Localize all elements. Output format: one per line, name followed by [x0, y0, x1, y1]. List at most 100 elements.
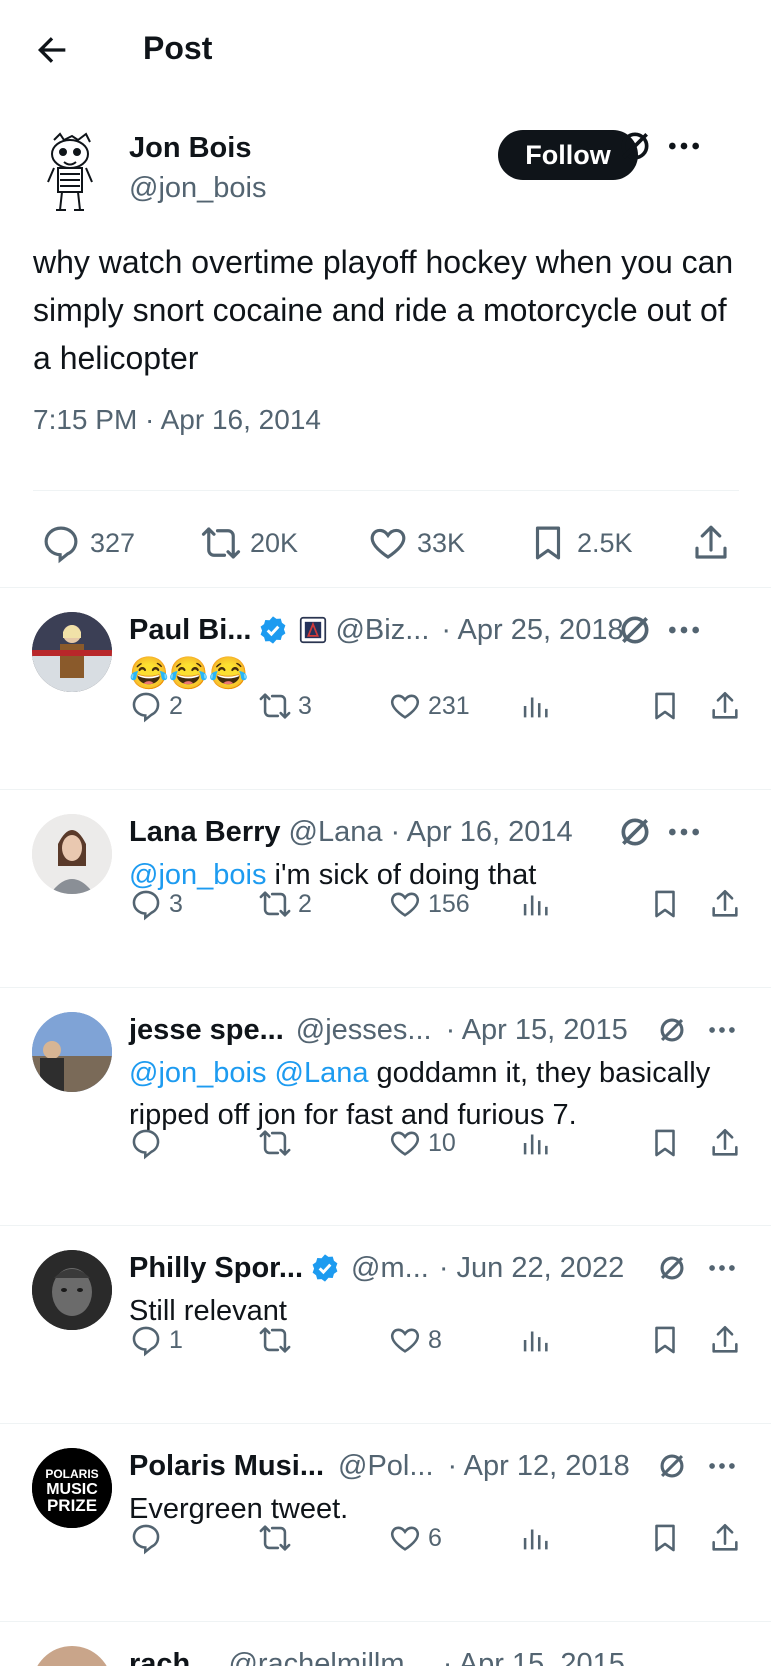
views-icon	[523, 697, 548, 718]
repost-action[interactable]	[258, 1121, 298, 1165]
author-name[interactable]: Jon Bois	[129, 132, 251, 165]
repost-icon	[259, 1525, 291, 1551]
repost-icon	[259, 693, 291, 719]
reply-author-name[interactable]: Philly Spor...	[129, 1252, 303, 1285]
share-action[interactable]	[708, 684, 742, 728]
reply-item[interactable]: Lana Berry @Lana · Apr 16, 2014 @jon_boi…	[0, 790, 771, 987]
bookmark-action[interactable]	[648, 882, 682, 926]
reply-header: Philly Spor... @m... · Jun 22, 2022	[129, 1248, 624, 1288]
reply-item[interactable]: jesse spe... @jesses... · Apr 15, 2015 @…	[0, 988, 771, 1225]
share-action[interactable]	[708, 1121, 742, 1165]
repost-action[interactable]: 20K	[200, 522, 298, 564]
arrow-left-icon[interactable]	[32, 30, 72, 70]
more-icon[interactable]	[664, 812, 704, 852]
more-icon[interactable]	[705, 1446, 739, 1486]
bookmark-action[interactable]	[648, 684, 682, 728]
grok-icon[interactable]	[655, 1248, 689, 1288]
repost-action[interactable]: 2	[258, 882, 312, 926]
reply-action[interactable]	[129, 1121, 169, 1165]
reply-author-name[interactable]: Lana Berry	[129, 816, 281, 849]
heart-icon	[390, 1328, 420, 1353]
reply-action[interactable]: 327	[40, 522, 135, 564]
like-count: 6	[428, 1523, 442, 1552]
share-action[interactable]	[708, 882, 742, 926]
reply-actions: 10	[0, 1121, 771, 1165]
like-action[interactable]: 6	[388, 1516, 442, 1560]
like-action[interactable]: 231	[388, 684, 470, 728]
repost-action[interactable]	[258, 1516, 298, 1560]
repost-count: 3	[298, 691, 312, 720]
avatar[interactable]	[32, 612, 112, 692]
reply-item[interactable]: Paul Bi... @Biz... · Apr 25, 2018 😂😂😂 2 …	[0, 588, 771, 789]
repost-icon	[259, 1327, 291, 1353]
reply-date[interactable]: · Jun 22, 2022	[439, 1252, 624, 1285]
reply-date[interactable]: · Apr 25, 2018	[441, 614, 623, 647]
more-icon[interactable]	[664, 610, 704, 650]
reply-action[interactable]: 2	[129, 684, 183, 728]
share-action[interactable]	[690, 522, 732, 564]
post-timestamp[interactable]: 7:15 PM · Apr 16, 2014	[33, 404, 321, 436]
reply-action[interactable]	[129, 1516, 169, 1560]
like-action[interactable]: 33K	[367, 522, 465, 564]
author-avatar[interactable]	[32, 130, 112, 214]
grok-icon[interactable]	[615, 610, 655, 650]
views-action[interactable]	[518, 684, 552, 728]
reply-date[interactable]: · Apr 12, 2018	[448, 1450, 630, 1483]
repost-count: 20K	[250, 527, 299, 558]
reply-icon	[132, 1129, 160, 1160]
author-handle[interactable]: @jon_bois	[129, 172, 266, 205]
reply-author-name[interactable]: jesse spe...	[129, 1014, 284, 1047]
reply-handle[interactable]: @Lana	[289, 816, 383, 849]
more-icon[interactable]	[705, 1248, 739, 1288]
reply-handle[interactable]: @jesses...	[296, 1014, 432, 1047]
repost-action[interactable]	[258, 1318, 298, 1362]
reply-date[interactable]: · Apr 16, 2014	[390, 816, 572, 849]
reply-date[interactable]: · Apr 15, 2015	[446, 1014, 628, 1047]
grok-icon[interactable]	[615, 812, 655, 852]
avatar[interactable]	[32, 1012, 112, 1092]
more-icon[interactable]	[664, 126, 704, 166]
grok-icon[interactable]	[615, 126, 655, 166]
reply-author-name[interactable]: Polaris Musi...	[129, 1450, 324, 1483]
reply-author-name[interactable]: rach...	[129, 1648, 214, 1666]
post-actions: 327 20K 33K 2.5K	[0, 492, 771, 592]
reply-item[interactable]: Philly Spor... @m... · Jun 22, 2022 Stil…	[0, 1226, 771, 1423]
reply-handle[interactable]: @m...	[351, 1252, 429, 1285]
svg-text:POLARIS: POLARIS	[45, 1467, 98, 1481]
share-action[interactable]	[708, 1516, 742, 1560]
grok-icon[interactable]	[655, 1446, 689, 1486]
reply-handle[interactable]: @Biz...	[335, 614, 429, 647]
bookmark-icon	[655, 1524, 675, 1552]
bookmark-action[interactable]	[648, 1121, 682, 1165]
mention-link[interactable]: @jon_bois	[129, 1057, 266, 1089]
views-action[interactable]	[518, 1318, 552, 1362]
views-action[interactable]	[518, 882, 552, 926]
share-icon	[712, 1523, 738, 1551]
heart-icon	[370, 528, 406, 559]
reply-author-name[interactable]: Paul Bi...	[129, 614, 251, 647]
bookmark-action[interactable]	[648, 1318, 682, 1362]
grok-icon[interactable]	[655, 1010, 689, 1050]
more-icon[interactable]	[705, 1010, 739, 1050]
share-action[interactable]	[708, 1318, 742, 1362]
bookmark-icon	[655, 1129, 675, 1157]
like-action[interactable]: 156	[388, 882, 470, 926]
bookmark-action[interactable]: 2.5K	[527, 522, 633, 564]
avatar[interactable]	[32, 1646, 112, 1666]
reply-item[interactable]: rach... @rachelmillm... · Apr 15, 2015	[0, 1622, 771, 1666]
reply-handle[interactable]: @rachelmillm...	[228, 1648, 428, 1666]
share-icon	[712, 1325, 738, 1353]
views-action[interactable]	[518, 1121, 552, 1165]
repost-action[interactable]: 3	[258, 684, 312, 728]
like-action[interactable]: 8	[388, 1318, 442, 1362]
reply-item[interactable]: POLARIS MUSIC PRIZE Polaris Musi... @Pol…	[0, 1424, 771, 1621]
reply-action[interactable]: 1	[129, 1318, 183, 1362]
reply-handle[interactable]: @Pol...	[338, 1450, 434, 1483]
reply-action[interactable]: 3	[129, 882, 183, 926]
bookmark-action[interactable]	[648, 1516, 682, 1560]
reply-count: 1	[169, 1325, 183, 1354]
views-action[interactable]	[518, 1516, 552, 1560]
like-action[interactable]: 10	[388, 1121, 456, 1165]
reply-date[interactable]: · Apr 15, 2015	[443, 1648, 625, 1666]
mention-link[interactable]: @Lana	[275, 1057, 369, 1089]
